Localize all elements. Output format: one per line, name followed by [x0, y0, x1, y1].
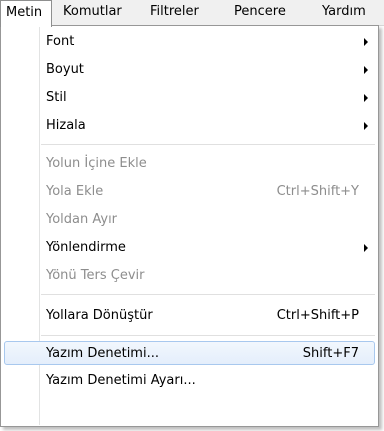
menu-pencere-label: Pencere — [234, 4, 286, 19]
menu-item-label: Stil — [46, 90, 67, 105]
menu-item-label: Yönlendirme — [46, 240, 126, 255]
menu-item-label: Boyut — [46, 62, 84, 77]
menu-komutlar-label: Komutlar — [63, 4, 122, 19]
menu-item-label: Yazım Denetimi Ayarı... — [46, 373, 196, 388]
menu-item-shortcut: Shift+F7 — [302, 346, 359, 361]
menu-filtreler-label: Filtreler — [150, 4, 199, 19]
menu-pencere[interactable]: Pencere — [234, 0, 286, 26]
menu-item-label: Yazım Denetimi... — [46, 346, 159, 361]
menu-item-yonlendirme[interactable]: Yönlendirme — [4, 236, 375, 260]
menu-yardim-label: Yardım — [322, 4, 366, 19]
submenu-arrow-icon — [364, 244, 368, 252]
menu-metin-label: Metin — [6, 5, 43, 20]
menu-filtreler[interactable]: Filtreler — [150, 0, 199, 26]
submenu-arrow-icon — [364, 94, 368, 102]
menu-item-yazim-denetimi-ayari[interactable]: Yazım Denetimi Ayarı... — [4, 369, 375, 393]
menu-item-label: Yönü Ters Çevir — [46, 268, 145, 283]
menu-item-label: Yola Ekle — [46, 184, 104, 199]
menu-item-shortcut: Ctrl+Shift+P — [276, 308, 359, 323]
menu-separator — [41, 144, 375, 146]
menu-item-label: Yollara Dönüştür — [46, 308, 153, 323]
menu-bar: Metin Komutlar Filtreler Pencere Yardım — [0, 0, 384, 27]
metin-dropdown-menu: Font Boyut Stil Hizala Yolun İçine Ekle … — [0, 25, 379, 427]
menu-item-font[interactable]: Font — [4, 30, 375, 54]
submenu-arrow-icon — [364, 66, 368, 74]
menu-item-boyut[interactable]: Boyut — [4, 58, 375, 82]
menu-item-yazim-denetimi[interactable]: Yazım Denetimi... Shift+F7 — [4, 341, 375, 365]
menu-item-label: Yolun İçine Ekle — [46, 156, 147, 171]
menu-item-label: Font — [46, 34, 75, 49]
menu-yardim[interactable]: Yardım — [322, 0, 366, 26]
menu-item-shortcut: Ctrl+Shift+Y — [276, 184, 359, 199]
menu-item-yoldan-ayir[interactable]: Yoldan Ayır — [4, 208, 375, 232]
menu-item-yonu-ters-cevir[interactable]: Yönü Ters Çevir — [4, 264, 375, 288]
menu-item-yolun-icine-ekle[interactable]: Yolun İçine Ekle — [4, 152, 375, 176]
menu-item-hizala[interactable]: Hizala — [4, 114, 375, 138]
submenu-arrow-icon — [364, 122, 368, 130]
menu-komutlar[interactable]: Komutlar — [63, 0, 122, 26]
menu-separator — [41, 335, 375, 337]
menu-metin[interactable]: Metin — [0, 0, 52, 27]
menu-item-yola-ekle[interactable]: Yola Ekle Ctrl+Shift+Y — [4, 180, 375, 204]
submenu-arrow-icon — [364, 38, 368, 46]
menu-item-yollara-donustur[interactable]: Yollara Dönüştür Ctrl+Shift+P — [4, 304, 375, 328]
menu-item-label: Yoldan Ayır — [46, 212, 118, 227]
menu-separator — [41, 294, 375, 296]
menu-item-label: Hizala — [46, 118, 86, 133]
menu-item-stil[interactable]: Stil — [4, 86, 375, 110]
